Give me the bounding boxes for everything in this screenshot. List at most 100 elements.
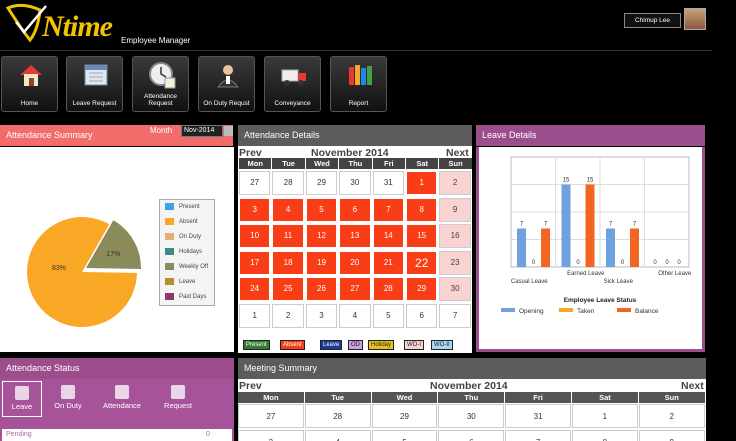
calendar-day[interactable]: 17 (239, 250, 271, 275)
calendar-day[interactable]: 20 (339, 250, 371, 275)
category-label: Other Leave (658, 271, 692, 277)
leave-request-button[interactable]: Leave Request (66, 56, 123, 112)
calendar-day[interactable]: 4 (272, 197, 304, 222)
meeting-next-link[interactable]: Next (681, 380, 704, 392)
tab-request[interactable]: Request (158, 381, 198, 417)
leave-details-header: Leave Details (476, 125, 705, 146)
calendar-day[interactable]: 5 (305, 197, 338, 222)
tab-attendance[interactable]: Attendance (102, 381, 142, 417)
calendar-day[interactable]: 16 (439, 224, 471, 248)
tab-leave[interactable]: Leave (2, 381, 42, 417)
calendar-icon (84, 64, 108, 86)
legend-item: On Duty (165, 233, 201, 242)
calendar-day[interactable]: 4 (339, 303, 371, 328)
calendar-day[interactable]: 6 (339, 197, 371, 222)
legend-swatch (501, 308, 515, 312)
calendar-picker-icon[interactable] (224, 126, 233, 136)
month-select[interactable]: Nov-2014 (181, 125, 223, 137)
weekday-header: Sat (572, 392, 638, 403)
meeting-day[interactable]: 30 (438, 404, 505, 428)
calendar-day[interactable]: 7 (372, 197, 404, 222)
on-duty-request-button[interactable]: On Duty Requst (198, 56, 255, 112)
meeting-day[interactable]: 7 (505, 430, 571, 441)
calendar-day[interactable]: 28 (272, 171, 304, 195)
calendar-day[interactable]: 1 (406, 171, 438, 195)
calendar-day[interactable]: 1 (239, 303, 271, 328)
legend-item: Present (165, 203, 200, 212)
header-divider (0, 50, 712, 51)
calendar-day[interactable]: 14 (372, 224, 404, 248)
pie-label-weekly-off: 17% (106, 251, 120, 258)
calendar-day[interactable]: 18 (272, 250, 304, 275)
calendar-day[interactable]: 21 (372, 250, 404, 275)
calendar-day[interactable]: 11 (272, 224, 304, 248)
calendar-day[interactable]: 30 (439, 277, 471, 301)
attendance-request-button[interactable]: Attendance Request (132, 56, 189, 112)
meeting-day[interactable]: 6 (438, 430, 505, 441)
status-key-badge: Leave (320, 340, 343, 350)
calendar-day[interactable]: 7 (439, 303, 471, 328)
calendar-day[interactable]: 10 (239, 224, 271, 248)
tab-on-duty[interactable]: On Duty (48, 381, 88, 417)
calendar-day[interactable]: 25 (272, 277, 304, 301)
calendar-day[interactable]: 2 (439, 171, 471, 195)
meeting-day[interactable]: 31 (505, 404, 571, 428)
legend-label: Opening (519, 308, 544, 315)
home-button[interactable]: Home (1, 56, 58, 112)
weekday-header: Thu (339, 158, 372, 169)
panel-title: Attendance Details (244, 130, 320, 140)
weekday-header: Wed (371, 392, 438, 403)
meeting-day[interactable]: 9 (638, 430, 705, 441)
meeting-day[interactable]: 28 (304, 404, 371, 428)
avatar[interactable] (684, 8, 706, 30)
calendar-day[interactable]: 27 (339, 277, 371, 301)
calendar-day[interactable]: 26 (305, 277, 338, 301)
calendar-day[interactable]: 15 (406, 224, 438, 248)
calendar-day[interactable]: 8 (406, 197, 438, 222)
calendar-day[interactable]: 23 (439, 250, 471, 275)
calendar-day[interactable]: 29 (305, 171, 338, 195)
meeting-day[interactable]: 29 (371, 404, 438, 428)
user-name-button[interactable]: Chimup Lee (624, 13, 681, 28)
calendar-day[interactable]: 29 (406, 277, 438, 301)
calendar-day[interactable]: 9 (439, 197, 471, 222)
calendar-day[interactable]: 3 (305, 303, 338, 328)
bar-opening (517, 228, 526, 267)
calendar-day[interactable]: 28 (372, 277, 404, 301)
calendar-day[interactable]: 6 (406, 303, 438, 328)
walking-icon (61, 385, 75, 399)
attendance-status-header: Attendance Status (0, 358, 234, 379)
calendar-day[interactable]: 22 (406, 250, 438, 275)
calendar-day[interactable]: 30 (339, 171, 371, 195)
conveyance-button[interactable]: Conveyance (264, 56, 321, 112)
attendance-legend: Present Absent On Duty Holidays Weekly O… (159, 199, 215, 306)
calendar-day[interactable]: 24 (239, 277, 271, 301)
meeting-day[interactable]: 2 (638, 404, 705, 428)
meeting-day[interactable]: 5 (371, 430, 438, 441)
calendar-day[interactable]: 3 (239, 197, 271, 222)
calendar-day[interactable]: 27 (239, 171, 271, 195)
pending-row[interactable]: Pending (2, 429, 232, 441)
meeting-day[interactable]: 1 (572, 404, 638, 428)
legend-swatch (165, 293, 174, 300)
meeting-day[interactable]: 27 (238, 404, 304, 428)
calendar-day[interactable]: 12 (305, 224, 338, 248)
calendar-day[interactable]: 5 (372, 303, 404, 328)
pending-label: Pending (6, 431, 32, 438)
report-button[interactable]: Report (330, 56, 387, 112)
calendar-day[interactable]: 19 (305, 250, 338, 275)
bar-balance (541, 228, 550, 267)
meeting-day[interactable]: 3 (238, 430, 304, 441)
chart-title: Employee Leave Status (564, 297, 637, 304)
meeting-day[interactable]: 4 (304, 430, 371, 441)
meeting-summary-header: Meeting Summary (238, 358, 706, 379)
legend-label: Balance (635, 308, 659, 315)
calendar-day[interactable]: 31 (372, 171, 404, 195)
calendar-day[interactable]: 13 (339, 224, 371, 248)
meeting-prev-link[interactable]: Prev (239, 380, 262, 392)
category-label: Sick Leave (604, 279, 634, 285)
bar-balance (585, 184, 595, 267)
meeting-day[interactable]: 8 (572, 430, 638, 441)
pending-count: 0 (206, 431, 210, 438)
calendar-day[interactable]: 2 (272, 303, 304, 328)
